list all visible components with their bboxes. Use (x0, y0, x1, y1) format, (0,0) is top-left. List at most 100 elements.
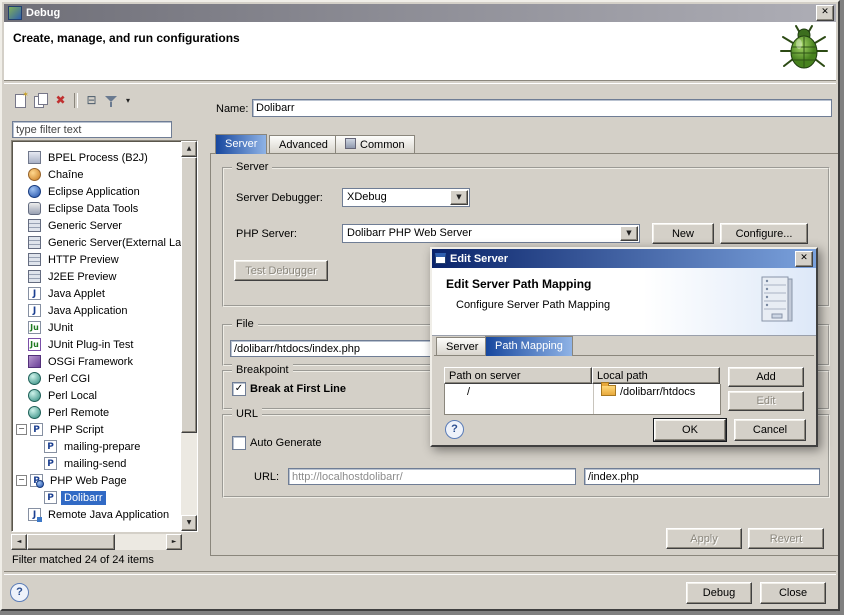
horizontal-scroll-thumb[interactable] (27, 534, 115, 550)
collapse-toggle-icon[interactable] (16, 424, 27, 435)
name-label: Name: (216, 103, 248, 115)
break-first-line-checkbox[interactable] (232, 382, 246, 396)
close-window-icon[interactable]: ✕ (816, 5, 834, 21)
dialog-tab-path-mapping[interactable]: Path Mapping (485, 336, 573, 356)
close-button[interactable]: Close (760, 582, 826, 604)
tree-item-j2ee-preview[interactable]: J2EE Preview (15, 268, 119, 285)
collapse-all-icon[interactable] (83, 92, 100, 109)
perl-icon (28, 372, 41, 385)
java-applet-icon (28, 287, 41, 300)
scrollbar-corner (182, 534, 198, 550)
tree-item-generic-server[interactable]: Generic Server (15, 217, 125, 234)
j2ee-preview-icon (28, 270, 41, 283)
dialog-tab-server[interactable]: Server (436, 337, 488, 356)
server-image (748, 272, 802, 328)
tree-horizontal-scrollbar[interactable]: ◄ ► (11, 534, 182, 550)
scroll-left-icon[interactable]: ◄ (11, 534, 27, 550)
duplicate-configuration-icon[interactable] (32, 92, 49, 109)
scroll-up-icon[interactable]: ▲ (181, 141, 197, 157)
chevron-down-icon[interactable] (620, 226, 638, 241)
tab-server[interactable]: Server (215, 134, 267, 154)
column-path-on-server[interactable]: Path on server (444, 367, 592, 384)
eclipse-application-icon (28, 185, 41, 198)
ok-button[interactable]: OK (654, 419, 726, 441)
tree-item-mailing-prepare[interactable]: mailing-prepare (31, 438, 143, 455)
dialog-title: Edit Server (450, 253, 795, 265)
tree-item-perl-local[interactable]: Perl Local (15, 387, 100, 404)
tree-item-eclipse-data-tools[interactable]: Eclipse Data Tools (15, 200, 141, 217)
dialog-help-icon[interactable]: ? (445, 420, 464, 439)
filter-input[interactable] (12, 121, 172, 138)
tree-item-java-applet[interactable]: Java Applet (15, 285, 108, 302)
toolbar-separator (74, 93, 78, 108)
tree-item-perl-remote[interactable]: Perl Remote (15, 404, 112, 421)
tree-vertical-scrollbar[interactable]: ▲ ▼ (181, 141, 197, 531)
server-path-cell: / (467, 384, 470, 401)
url-label: URL: (254, 471, 279, 483)
footer-separator (4, 571, 836, 575)
tree-item-remote-java-application[interactable]: Remote Java Application (15, 506, 172, 523)
test-debugger-button[interactable]: Test Debugger (234, 260, 328, 281)
perl-icon (28, 406, 41, 419)
local-path-cell: /dolibarr/htdocs (601, 384, 695, 401)
http-preview-icon (28, 253, 41, 266)
column-local-path[interactable]: Local path (592, 367, 720, 384)
table-row[interactable]: / /dolibarr/htdocs (444, 384, 721, 415)
name-input[interactable] (252, 99, 832, 117)
dialog-subheading: Configure Server Path Mapping (456, 299, 610, 311)
filter-icon[interactable] (103, 92, 120, 109)
tree-item-junit[interactable]: JUnit (15, 319, 76, 336)
vertical-scroll-thumb[interactable] (181, 157, 197, 433)
apply-button[interactable]: Apply (666, 528, 742, 549)
auto-generate-label: Auto Generate (250, 437, 322, 449)
column-divider (593, 384, 594, 414)
tree-item-bpel[interactable]: BPEL Process (B2J) (15, 149, 151, 166)
tree-item-perl-cgi[interactable]: Perl CGI (15, 370, 93, 387)
tree-item-osgi-framework[interactable]: OSGi Framework (15, 353, 136, 370)
add-mapping-button[interactable]: Add (728, 367, 804, 387)
configure-server-button[interactable]: Configure... (720, 223, 808, 244)
toolbar-menu-arrow-icon[interactable] (123, 92, 133, 109)
php-web-page-icon (30, 474, 43, 487)
collapse-toggle-icon[interactable] (16, 475, 27, 486)
dialog-close-icon[interactable]: ✕ (795, 251, 813, 267)
tree-item-chaine[interactable]: Chaîne (15, 166, 86, 183)
new-server-button[interactable]: New (652, 223, 714, 244)
junit-icon (28, 321, 41, 334)
auto-generate-checkbox[interactable] (232, 436, 246, 450)
tree-item-mailing-send[interactable]: mailing-send (31, 455, 129, 472)
scroll-right-icon[interactable]: ► (166, 534, 182, 550)
dialog-titlebar[interactable]: Edit Server ✕ (432, 249, 816, 268)
debug-button[interactable]: Debug (686, 582, 752, 604)
scroll-down-icon[interactable]: ▼ (181, 515, 197, 531)
tab-common[interactable]: Common (335, 135, 415, 154)
junit-plugin-icon (28, 338, 41, 351)
tab-advanced[interactable]: Advanced (269, 135, 338, 154)
window-titlebar[interactable]: Debug ✕ (4, 4, 836, 22)
tree-item-generic-server-external[interactable]: Generic Server(External La (15, 234, 184, 251)
help-icon[interactable]: ? (10, 583, 29, 602)
revert-button[interactable]: Revert (748, 528, 824, 549)
url-base-input[interactable] (288, 468, 576, 485)
delete-configuration-icon[interactable] (52, 92, 69, 109)
tree-item-http-preview[interactable]: HTTP Preview (15, 251, 122, 268)
edit-mapping-button[interactable]: Edit (728, 391, 804, 411)
chevron-down-icon[interactable] (450, 190, 468, 205)
php-script-icon (30, 423, 43, 436)
tree-item-eclipse-application[interactable]: Eclipse Application (15, 183, 143, 200)
url-path-input[interactable] (584, 468, 820, 485)
tree-item-php-script[interactable]: PHP Script (15, 421, 107, 438)
cancel-button[interactable]: Cancel (734, 419, 806, 441)
tree-item-dolibarr[interactable]: Dolibarr (31, 489, 106, 506)
server-debugger-select[interactable]: XDebug (342, 188, 470, 207)
tree-item-java-application[interactable]: Java Application (15, 302, 131, 319)
php-server-select[interactable]: Dolibarr PHP Web Server (342, 224, 640, 243)
java-application-icon (28, 304, 41, 317)
new-configuration-icon[interactable] (12, 92, 29, 109)
eclipse-data-tools-icon (28, 202, 41, 215)
generic-server-icon (28, 236, 41, 249)
break-first-line-label: Break at First Line (250, 383, 346, 395)
tree-item-php-web-page[interactable]: PHP Web Page (15, 472, 130, 489)
folder-icon (601, 385, 616, 396)
tree-item-junit-plugin-test[interactable]: JUnit Plug-in Test (15, 336, 136, 353)
